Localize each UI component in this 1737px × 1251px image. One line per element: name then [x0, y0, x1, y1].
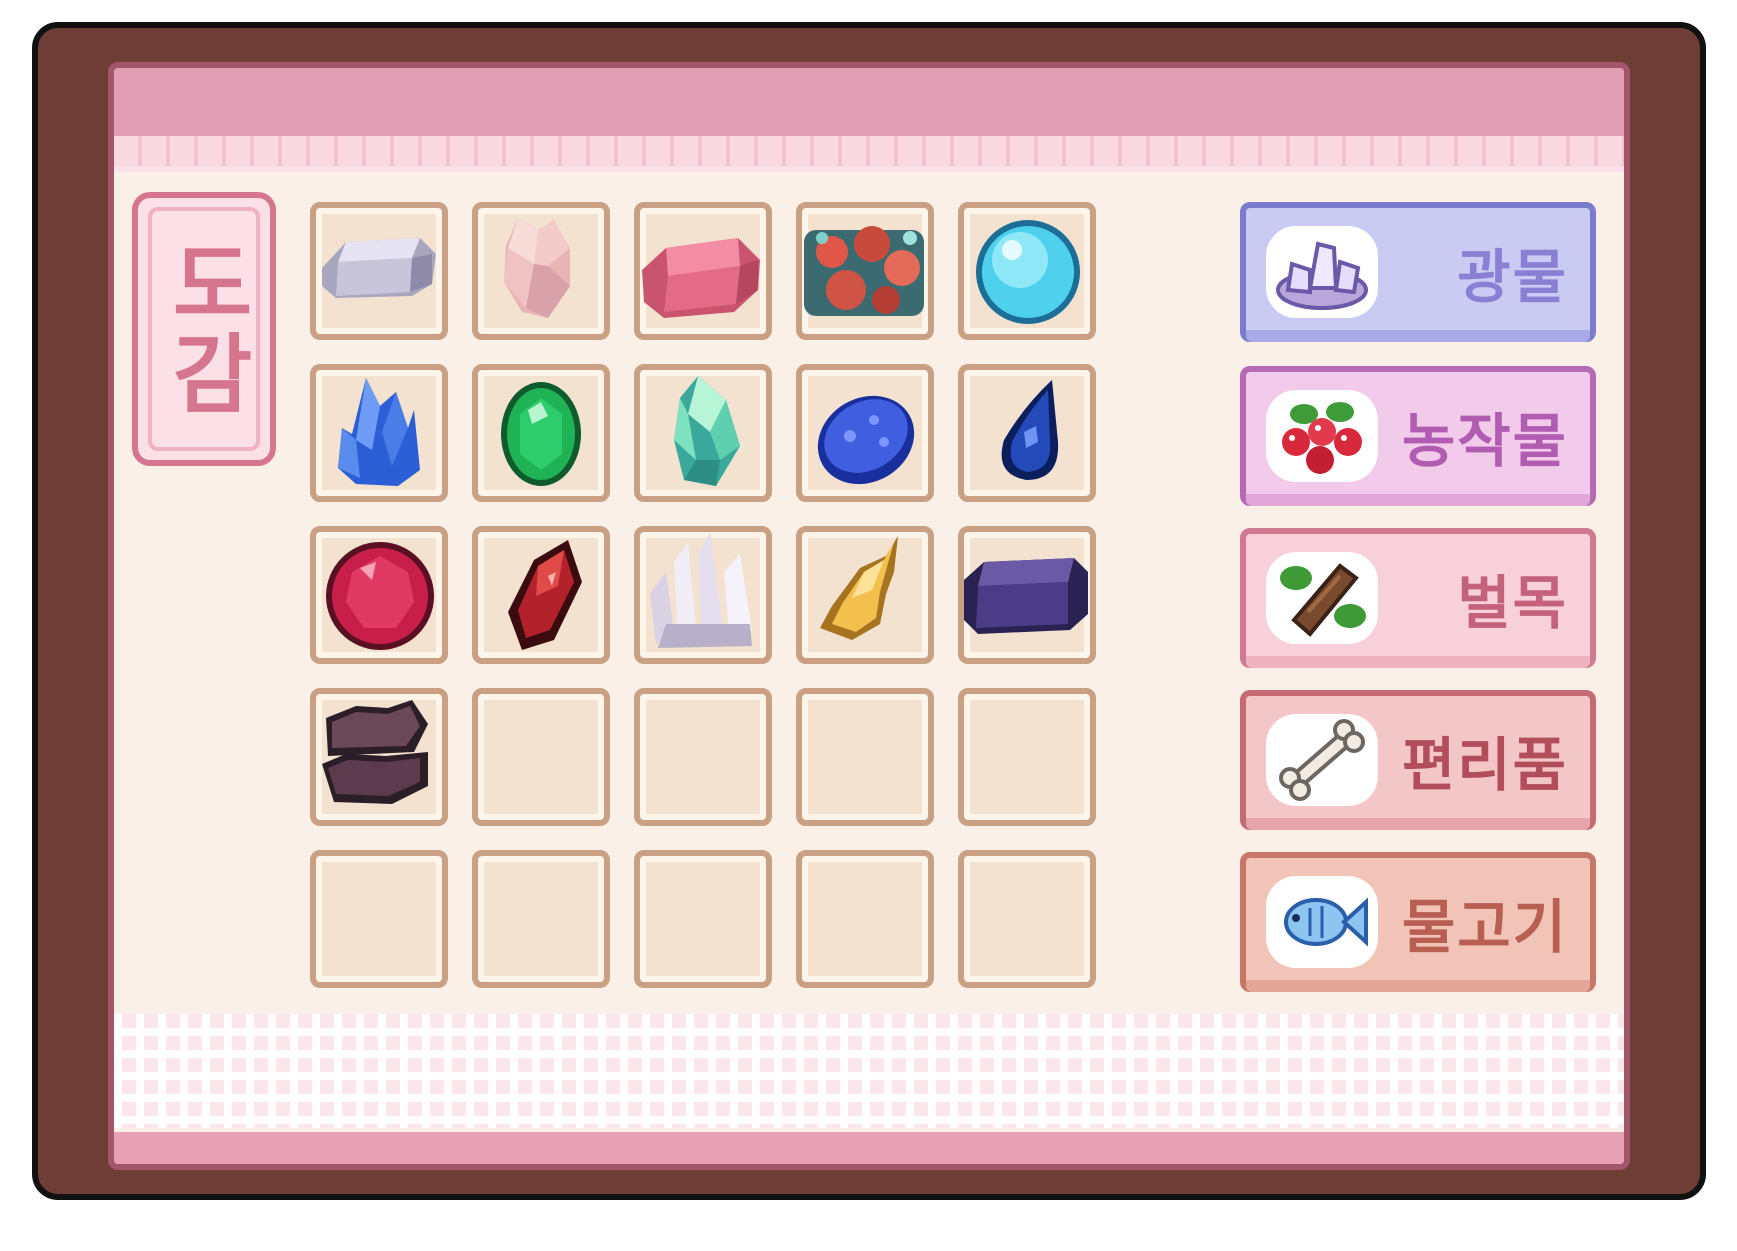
category-label: 농작물 [1401, 407, 1568, 475]
title-tag-inner: 도감 [148, 207, 260, 451]
category-fish-button[interactable]: 물고기 [1240, 852, 1596, 992]
empty-item-slot[interactable] [796, 688, 934, 826]
header-bar [114, 68, 1624, 136]
blue-teardrop-gem-icon [1001, 380, 1059, 480]
dark-ingot-icon [964, 558, 1088, 634]
header-trim [114, 136, 1624, 166]
category-logging-button[interactable]: 벌목 [1240, 528, 1596, 668]
wood-log-icon [1266, 552, 1378, 644]
empty-item-slot[interactable] [634, 850, 772, 988]
item-slot[interactable] [310, 364, 448, 502]
empty-item-slot[interactable] [796, 850, 934, 988]
empty-item-slot[interactable] [958, 850, 1096, 988]
button-shadow [1246, 656, 1590, 668]
empty-item-slot[interactable] [958, 688, 1096, 826]
item-slot[interactable] [472, 202, 610, 340]
bone-icon [1266, 714, 1378, 806]
button-shadow [1246, 330, 1590, 342]
item-slot[interactable] [310, 202, 448, 340]
header-divider [114, 166, 1624, 172]
berries-icon [1266, 390, 1378, 482]
crystal-cluster-icon [1266, 226, 1378, 318]
footer-pattern [114, 1014, 1624, 1128]
category-label: 물고기 [1401, 893, 1568, 961]
rose-crystal-icon [504, 218, 570, 318]
copper-ore-icon [804, 226, 924, 316]
item-slot[interactable] [958, 526, 1096, 664]
item-slot[interactable] [796, 202, 934, 340]
empty-item-slot[interactable] [634, 688, 772, 826]
item-slot[interactable] [310, 526, 448, 664]
category-minerals-button[interactable]: 광물 [1240, 202, 1596, 342]
item-slot[interactable] [472, 364, 610, 502]
item-slot[interactable] [310, 688, 448, 826]
empty-item-slot[interactable] [472, 850, 610, 988]
stacked-slate-icon [322, 700, 428, 804]
category-crops-button[interactable]: 농작물 [1240, 366, 1596, 506]
mint-crystal-icon [674, 376, 740, 486]
button-shadow [1246, 980, 1590, 992]
button-shadow [1246, 494, 1590, 506]
page-title: 도감 [154, 239, 254, 419]
item-slot[interactable] [634, 202, 772, 340]
item-slot[interactable] [796, 364, 934, 502]
button-shadow [1246, 818, 1590, 830]
ruby-icon [326, 542, 434, 650]
item-slot[interactable] [634, 526, 772, 664]
item-grid [310, 202, 1096, 988]
footer-bar [114, 1132, 1624, 1164]
empty-item-slot[interactable] [472, 688, 610, 826]
blue-crystal-icon [338, 378, 420, 486]
aqua-orb-icon [976, 220, 1080, 324]
fish-icon [1266, 876, 1378, 968]
item-slot[interactable] [796, 526, 934, 664]
category-label: 벌목 [1457, 569, 1568, 637]
emerald-icon [501, 382, 581, 486]
item-slot[interactable] [634, 364, 772, 502]
category-label: 광물 [1457, 243, 1568, 311]
pink-ingot-icon [642, 238, 760, 318]
encyclopedia-title-tag: 도감 [132, 192, 276, 466]
gold-nugget-icon [820, 536, 898, 640]
sapphire-ore-icon [817, 395, 915, 485]
category-convenience-button[interactable]: 편리품 [1240, 690, 1596, 830]
item-slot[interactable] [472, 526, 610, 664]
empty-item-slot[interactable] [310, 850, 448, 988]
garnet-icon [508, 540, 582, 650]
item-slot[interactable] [958, 202, 1096, 340]
silver-ingot-icon [322, 238, 436, 298]
item-slot[interactable] [958, 364, 1096, 502]
quartz-cluster-icon [650, 532, 752, 648]
category-label: 편리품 [1401, 731, 1568, 799]
